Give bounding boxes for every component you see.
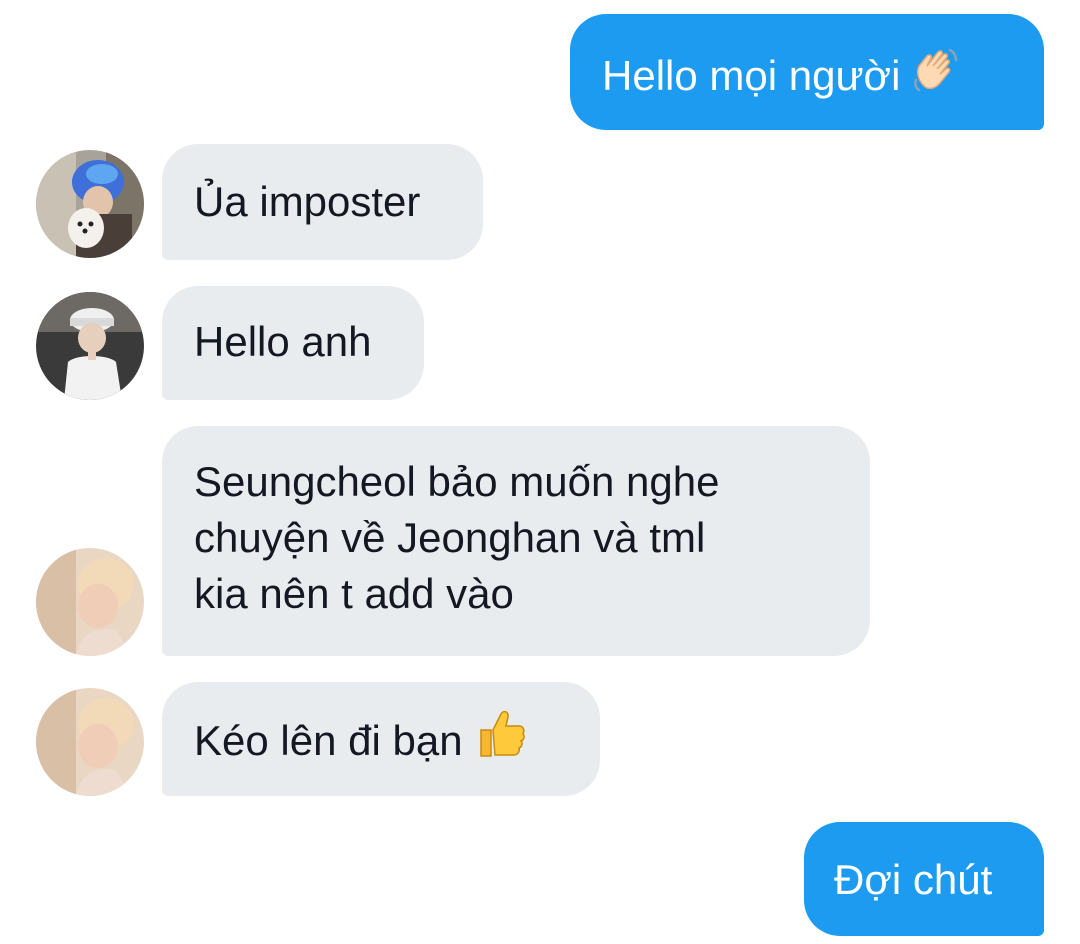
avatar-blonde-hair[interactable] — [36, 688, 144, 796]
incoming-message[interactable]: Seungcheol bảo muốn nghe chuyện về Jeong… — [162, 426, 870, 656]
message-text: Hello anh — [194, 318, 372, 365]
message-text: Đợi chút — [834, 856, 993, 903]
incoming-message[interactable]: Hello anh — [162, 286, 424, 400]
message-text: Hello mọi người — [602, 52, 901, 100]
incoming-message[interactable]: Ủa imposter — [162, 144, 483, 260]
message-text: Kéo lên đi bạn — [194, 717, 463, 765]
outgoing-message[interactable]: Hello mọi người — [570, 14, 1044, 130]
avatar-white-cap[interactable] — [36, 292, 144, 400]
avatar-blue-hair-with-dog[interactable] — [36, 150, 144, 258]
message-line: chuyện về Jeonghan và tml — [194, 514, 706, 561]
incoming-message[interactable]: Kéo lên đi bạn — [162, 682, 600, 796]
message-text: Ủa imposter — [194, 178, 421, 225]
waving-hand-icon — [910, 44, 962, 110]
message-line: Seungcheol bảo muốn nghe — [194, 458, 720, 505]
avatar-blonde-hair[interactable] — [36, 548, 144, 656]
message-thread: Hello mọi người Ủa imposter Hello anh Se… — [0, 0, 1080, 944]
message-line: kia nên t add vào — [194, 570, 514, 617]
thumbs-up-icon — [473, 706, 527, 774]
outgoing-message[interactable]: Đợi chút — [804, 822, 1044, 936]
